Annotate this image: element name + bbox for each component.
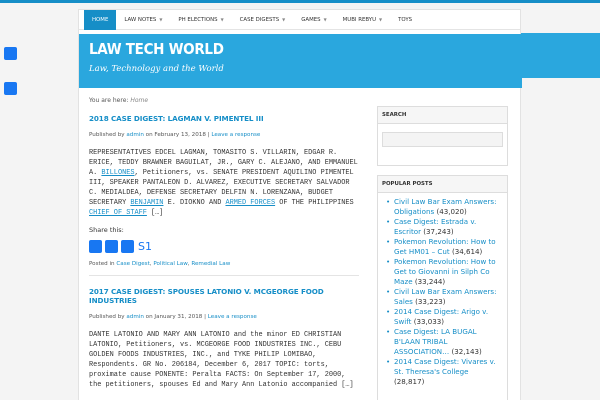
view-count: (37,243) (423, 227, 454, 236)
site-header: LAW TECH WORLD Law, Technology and the W… (79, 34, 522, 88)
sidebar: SEARCH POPULAR POSTS Civil Law Bar Exam … (377, 106, 508, 400)
comment-link[interactable]: Leave a response (208, 314, 257, 320)
share-icon[interactable] (121, 239, 134, 253)
post-list: 2018 Case Digest: Lagman v. Pimentel III… (89, 114, 359, 390)
chevron-down-icon: ▼ (323, 16, 327, 22)
view-count: (43,020) (436, 207, 467, 216)
category-link[interactable]: Remedial Law (191, 261, 230, 267)
share-buttons: S1 (89, 239, 359, 253)
categories-prefix: Posted in (89, 261, 115, 267)
list-item: Pokemon Revolution: How to Get HM01 – Cu… (386, 237, 501, 257)
comment-link[interactable]: Leave a response (211, 132, 260, 138)
facebook-share-icon[interactable] (89, 239, 102, 253)
nav-home-label: HOME (92, 16, 109, 23)
list-item: 2014 Case Digest: Vivares v. St. Theresa… (386, 357, 501, 387)
author-link[interactable]: admin (126, 314, 144, 320)
banner-extension (521, 33, 600, 78)
nav-ph-elections[interactable]: PH ELECTIONS ▼ (170, 10, 231, 30)
breadcrumb-prefix: You are here: (89, 97, 129, 104)
floating-share-bar (4, 47, 18, 117)
facebook-share-icon[interactable] (4, 47, 17, 60)
list-item: Pokemon Revolution: How to Get to Giovan… (386, 257, 501, 287)
post-lagman: 2018 Case Digest: Lagman v. Pimentel III… (89, 114, 359, 276)
list-item: Civil Law Bar Exam Answers: Obligations … (386, 197, 501, 217)
excerpt-text: E. DIOKNO AND (163, 199, 226, 207)
chevron-down-icon: ▼ (379, 16, 383, 22)
view-count: (33,223) (415, 297, 446, 306)
view-count: (33,244) (414, 277, 446, 286)
meta-prefix: Published by (89, 314, 125, 320)
chevron-down-icon: ▼ (220, 16, 224, 22)
keyword-link[interactable]: ARMED FORCES (225, 199, 275, 207)
chevron-down-icon: ▼ (159, 16, 163, 22)
breadcrumb-home[interactable]: Home (130, 97, 148, 104)
post-excerpt: REPRESENTATIVES EDCEL LAGMAN, TOMASITO S… (89, 148, 359, 218)
search-input[interactable] (382, 132, 503, 147)
nav-games-label: GAMES (301, 16, 321, 23)
category-link[interactable]: Case Digest (116, 261, 149, 267)
widget-title: SEARCH (378, 107, 507, 124)
nav-toys[interactable]: TOYS (390, 10, 420, 30)
meta-date: on January 31, 2018 | (145, 314, 206, 320)
share-count: S1 (138, 239, 152, 253)
author-link[interactable]: admin (126, 132, 144, 138)
nav-law-notes[interactable]: LAW NOTES ▼ (116, 10, 170, 30)
search-widget: SEARCH (377, 106, 508, 166)
popular-posts-widget: POPULAR POSTS Civil Law Bar Exam Answers… (377, 175, 508, 400)
nav-home[interactable]: HOME (84, 9, 117, 30)
post-latonio: 2017 Case Digest: Spouses Latonio v. McG… (89, 287, 359, 390)
popular-post-link[interactable]: 2014 Case Digest: Vivares v. St. Theresa… (394, 357, 496, 376)
nav-case-digests-label: CASE DIGESTS (239, 16, 280, 23)
nav-mubi-rebyu-label: MUBI REBYU (342, 16, 377, 23)
nav-games[interactable]: GAMES ▼ (293, 10, 334, 30)
view-count: (34,614) (451, 247, 483, 256)
post-title[interactable]: 2018 Case Digest: Lagman v. Pimentel III (89, 114, 359, 123)
list-item: 2014 Case Digest: Arigo v. Swift (33,033… (386, 307, 501, 327)
chevron-down-icon: ▼ (282, 16, 286, 22)
category-link[interactable]: Political Law (153, 261, 187, 267)
share-icon[interactable] (4, 82, 17, 95)
list-item: Civil Law Bar Exam Answers: Sales (33,22… (386, 287, 501, 307)
meta-prefix: Published by (89, 132, 125, 138)
site-title[interactable]: LAW TECH WORLD (89, 40, 224, 58)
post-excerpt: DANTE LATONIO AND MARY ANN LATONIO and t… (89, 331, 354, 389)
list-item: Case Digest: Estrada v. Escritor (37,243… (386, 217, 501, 237)
keyword-link[interactable]: BENJAMIN (130, 199, 163, 207)
nav-toys-label: TOYS (398, 16, 413, 23)
main-navigation: HOME LAW NOTES ▼ PH ELECTIONS ▼ CASE DIGES… (79, 9, 520, 30)
keyword-link[interactable]: BILLONES (101, 169, 134, 177)
nav-law-notes-label: LAW NOTES (124, 16, 157, 23)
nav-case-digests[interactable]: CASE DIGESTS ▼ (232, 10, 294, 30)
post-divider (89, 275, 359, 276)
list-item: Case Digest: LA BUGAL B'LAAN TRIBAL ASSO… (386, 327, 501, 357)
widget-title: POPULAR POSTS (378, 176, 507, 193)
top-accent-line (0, 0, 600, 3)
post-categories: Posted in Case Digest, Political Law, Re… (89, 261, 231, 267)
twitter-share-icon[interactable] (105, 239, 118, 253)
keyword-link[interactable]: CHIEF OF STAFF (89, 209, 147, 217)
excerpt-text: OF THE PHILIPPINES (275, 199, 354, 207)
breadcrumb: You are here: Home (89, 97, 148, 104)
view-count: (32,143) (451, 347, 482, 356)
site-tagline: Law, Technology and the World (89, 64, 224, 74)
post-title[interactable]: 2017 Case Digest: Spouses Latonio v. McG… (89, 287, 359, 305)
post-meta: Published by admin on January 31, 2018 |… (89, 314, 359, 320)
meta-date: on February 13, 2018 | (145, 132, 210, 138)
excerpt-text: […] (146, 209, 164, 217)
nav-mubi-rebyu[interactable]: MUBI REBYU ▼ (335, 10, 390, 30)
view-count: (28,817) (394, 377, 425, 386)
view-count: (33,033) (413, 317, 445, 326)
share-label: Share this: (89, 226, 124, 234)
post-meta: Published by admin on February 13, 2018 … (89, 132, 359, 138)
nav-ph-elections-label: PH ELECTIONS (178, 16, 218, 23)
popular-posts-list: Civil Law Bar Exam Answers: Obligations … (378, 193, 507, 387)
